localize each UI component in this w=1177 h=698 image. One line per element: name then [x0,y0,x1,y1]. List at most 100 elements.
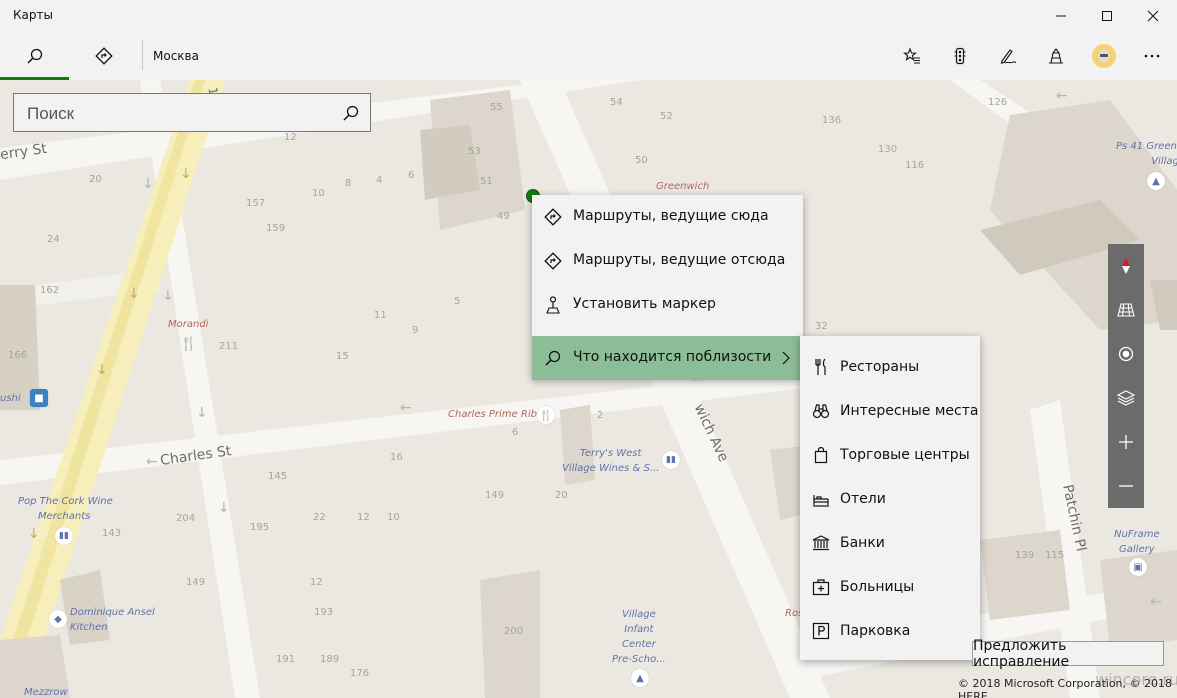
oneway-arrow-icon: ↓ [96,362,108,378]
compass-button[interactable] [1108,244,1144,288]
account-button[interactable] [1080,32,1128,80]
poi-label-greenwich[interactable]: Greenwich [656,181,709,192]
poi-label-line: Merchants [38,511,91,522]
oneway-arrow-icon: ← [146,454,158,470]
traffic-light-icon [954,47,966,65]
menu-item-label: Установить маркер [573,296,716,312]
tilt-button[interactable] [1108,288,1144,332]
menu-item-directions-to-here[interactable]: Маршруты, ведущие сюда [532,195,803,239]
poi-label-charles-prime-rib[interactable]: Charles Prime Rib [448,409,537,420]
house-number: 159 [266,223,286,234]
submenu-item-banks[interactable]: Банки [800,521,980,565]
submenu-item-restaurants[interactable]: Рестораны [800,345,980,389]
minus-icon [1119,485,1133,487]
nearby-submenu: Рестораны Интересные места Торговые цент… [800,336,980,660]
toolbar: Москва [0,32,1177,80]
menu-item-directions-from-here[interactable]: Маршруты, ведущие отсюда [532,239,803,283]
house-number: 166 [8,350,28,361]
restaurant-marker-icon[interactable]: 🍴 [537,406,555,424]
poi-label-dominique-ansel[interactable]: Dominique Ansel Kitchen [70,605,155,635]
hotel-icon [813,495,829,507]
house-number: 191 [276,654,296,665]
ink-button[interactable] [984,32,1032,80]
submenu-item-hospitals[interactable]: Больницы [800,565,980,609]
poi-label-sushi[interactable]: ushi [0,391,21,406]
house-number: 193 [314,607,334,618]
search-icon[interactable] [342,104,360,122]
search-input[interactable] [25,101,329,127]
school-marker-icon[interactable]: ▲ [1147,172,1165,190]
search-tab-button[interactable] [0,32,69,80]
oneway-arrow-icon: ↓ [128,286,140,302]
house-number: 6 [512,427,519,438]
suggest-correction-button[interactable]: Предложить исправление [972,638,1164,670]
directions-tab-button[interactable] [69,32,138,80]
poi-label-morandi[interactable]: Morandi [168,319,208,330]
submenu-item-shopping[interactable]: Торговые центры [800,433,980,477]
title-bar: Карты [0,0,1177,32]
submenu-item-label: Рестораны [840,359,920,375]
avatar-icon [1098,50,1110,62]
bakery-marker-icon[interactable]: ◆ [49,610,67,628]
poi-label-pop-the-cork[interactable]: Pop The Cork Wine Merchants [18,494,113,524]
my-location-button[interactable] [1108,332,1144,376]
app-title: Карты [13,8,53,22]
house-number: 10 [387,512,400,523]
map-canvas[interactable]: erry St Charles St wich Ave Patchin Pl 1… [0,80,1177,698]
current-location[interactable]: Москва [153,49,199,63]
house-number: 149 [485,490,505,501]
restaurant-marker-icon[interactable]: 🍴 [180,336,197,352]
house-number: 2 [597,410,604,421]
wine-shop-marker-icon[interactable]: ▮▮ [55,527,73,545]
poi-label-nuframe-gallery[interactable]: NuFrame Gallery [1114,527,1160,557]
traffic-button[interactable] [936,32,984,80]
directions-icon [544,208,562,226]
landmark-icon [1049,48,1063,64]
zoom-out-button[interactable] [1108,464,1144,508]
search-box[interactable] [13,93,371,132]
house-number: 24 [47,234,60,245]
house-number: 136 [822,115,842,126]
menu-item-whats-nearby[interactable]: Что находится поблизости [532,336,803,380]
oneway-arrow-icon: ↓ [28,526,40,542]
wine-shop-marker-icon[interactable]: ▮▮ [662,451,680,469]
favorites-icon [903,47,920,64]
house-number: 11 [374,310,387,321]
map-controls-panel [1108,244,1144,508]
minimize-button[interactable] [1038,0,1084,32]
school-marker-icon[interactable]: ▲ [631,669,649,687]
house-number: 189 [320,654,340,665]
submenu-item-parking[interactable]: Парковка [800,609,980,653]
maps-window: Карты Москва erry St Charles St wich Ave… [0,0,1177,698]
maximize-button[interactable] [1084,0,1130,32]
submenu-item-label: Отели [840,491,886,507]
favorites-button[interactable] [888,32,936,80]
house-number: 53 [468,146,481,157]
house-number: 139 [1015,550,1035,561]
watermark: wincore.ru [1095,670,1177,689]
house-number: 12 [284,132,297,143]
submenu-item-attractions[interactable]: Интересные места [800,389,980,433]
house-number: 9 [412,325,419,336]
zoom-in-button[interactable] [1108,420,1144,464]
poi-label-mezzrow[interactable]: Mezzrow [24,685,68,698]
submenu-item-hotels[interactable]: Отели [800,477,980,521]
map-layers-button[interactable] [1108,376,1144,420]
parking-icon [812,622,830,640]
house-number: 15 [336,351,349,362]
poi-label-terrys-west[interactable]: Terry's West Village Wines & S... [562,446,659,476]
poi-label-ps41[interactable]: Ps 41 Greenw Village [1116,139,1177,169]
more-button[interactable] [1128,32,1176,80]
oneway-arrow-icon: ← [400,400,412,416]
poi-label-village-infant-center[interactable]: Village Infant Center Pre-Scho... [612,607,666,667]
hospital-icon [812,579,830,596]
poi-label-line: Gallery [1119,544,1155,555]
layers-icon [1117,390,1135,406]
close-button[interactable] [1130,0,1176,32]
plus-icon [1119,435,1133,449]
menu-item-add-pin[interactable]: Установить маркер [532,283,803,327]
bus-stop-marker-icon[interactable]: ■ [30,389,48,407]
location-target-icon [1118,346,1134,362]
3d-cities-button[interactable] [1032,32,1080,80]
gallery-marker-icon[interactable]: ▣ [1129,558,1147,576]
